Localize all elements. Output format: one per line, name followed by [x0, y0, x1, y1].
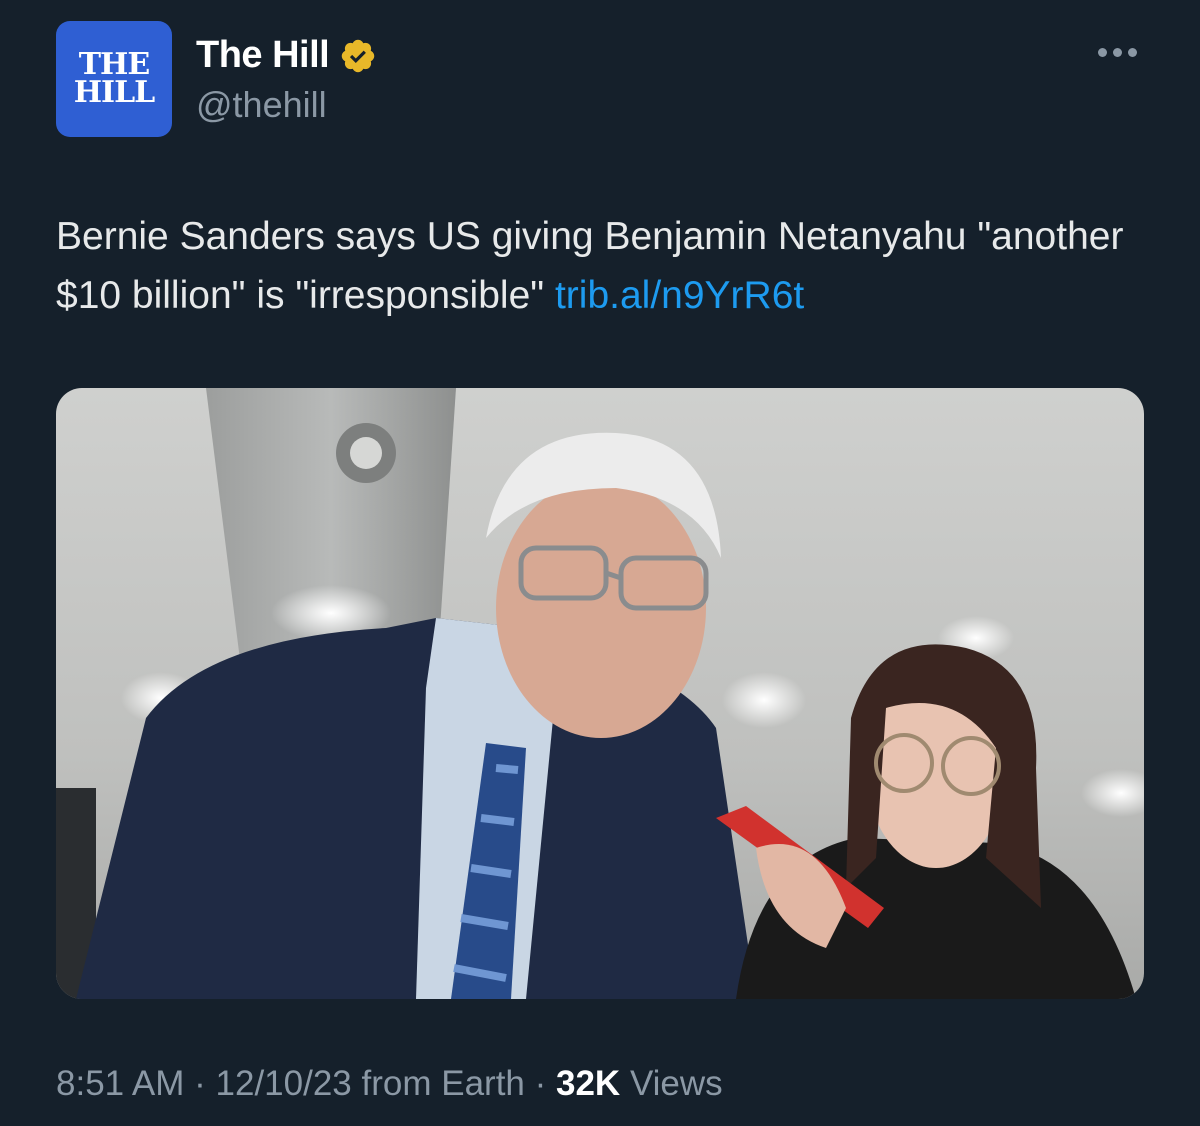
meta-separator: · [524, 1064, 556, 1103]
ellipsis-icon [1113, 48, 1122, 57]
tweet-link[interactable]: trib.al/n9YrR6t [555, 274, 804, 317]
tweet-time[interactable]: 8:51 AM [56, 1064, 184, 1103]
ellipsis-icon [1128, 48, 1137, 57]
tweet-meta: 8:51 AM · 12/10/23 from Earth · 32K View… [56, 1064, 723, 1104]
tweet-text: Bernie Sanders says US giving Benjamin N… [56, 207, 1156, 325]
avatar-line2: HILL [73, 75, 156, 110]
tweet-date[interactable]: 12/10/23 [216, 1064, 352, 1103]
more-options-button[interactable] [1098, 48, 1137, 57]
handle[interactable]: @thehill [196, 84, 327, 126]
meta-separator: · [184, 1064, 216, 1103]
display-name[interactable]: The Hill [196, 34, 330, 77]
tweet-photo[interactable] [56, 388, 1144, 999]
views-count[interactable]: 32K [556, 1064, 620, 1103]
avatar[interactable]: THE HILL [56, 21, 172, 137]
author-name-row: The Hill [196, 34, 377, 77]
tweet-source: from Earth [351, 1064, 525, 1103]
ellipsis-icon [1098, 48, 1107, 57]
views-label: Views [620, 1064, 723, 1103]
verified-badge-icon [342, 39, 375, 72]
photo-illustration [56, 388, 1144, 999]
tweet: THE HILL The Hill @thehill Bernie Sander… [0, 0, 1200, 1126]
